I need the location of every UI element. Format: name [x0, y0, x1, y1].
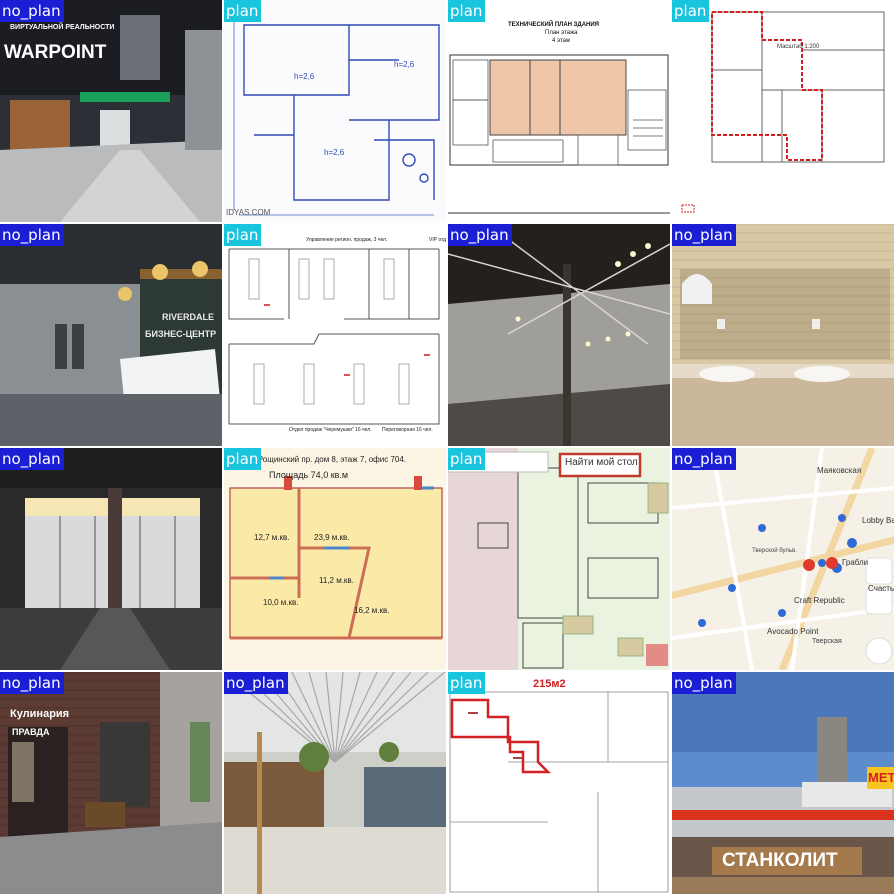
image-tile: 215м2 plan: [448, 672, 670, 894]
image-text-sign2: БИЗНЕС-ЦЕНТР: [145, 329, 217, 339]
class-label: no_plan: [0, 448, 64, 470]
brick-building-facade-image: [0, 672, 222, 894]
colored-office-plan-image: [224, 448, 446, 670]
image-tile: Маяковская Lobby Bar Грабли Счастье Craft Re…: [672, 448, 894, 670]
image-text-p2: Lobby Bar: [862, 516, 894, 525]
image-text-room3: Отдел продаж "Черемушки" 16 чел.: [289, 427, 372, 433]
class-label: plan: [224, 0, 262, 22]
image-text-h3: h=2,6: [324, 148, 345, 157]
outlined-floor-plan-image: [672, 0, 894, 222]
image-text-p1: Маяковская: [817, 466, 862, 475]
image-text-room2: VIP отд.: [429, 237, 446, 243]
image-text-title: ТЕХНИЧЕСКИЙ ПЛАН ЗДАНИЯ: [508, 22, 599, 28]
image-text-r2: 23,9 м.кв.: [314, 533, 350, 542]
image-tile: h=2,6 h=2,6 h=2,6 IDYAS.COM plan: [224, 0, 446, 222]
image-tile: Найти мой стол plan: [448, 448, 670, 670]
image-text-sign2: ПРАВДА: [12, 727, 50, 737]
class-label: no_plan: [672, 672, 736, 694]
empty-hall-track-lights-image: [448, 224, 670, 446]
class-label: no_plan: [672, 224, 736, 246]
image-tile: WARPOINT ВИРТУАЛЬНОЙ РЕАЛЬНОСТИ no_plan: [0, 0, 222, 222]
image-text-button: Найти мой стол: [565, 457, 638, 468]
image-tile: Масштаб 1:200 plan: [672, 0, 894, 222]
class-label: plan: [224, 224, 262, 246]
class-label: plan: [224, 448, 262, 470]
image-text-area: Площадь 74,0 кв.м: [269, 470, 349, 480]
class-label: no_plan: [448, 224, 512, 246]
image-text-p3: Грабли: [842, 558, 869, 567]
image-text-banner_small: ВИРТУАЛЬНОЙ РЕАЛЬНОСТИ: [10, 24, 115, 31]
class-label: no_plan: [672, 448, 736, 470]
image-text-watermark: IDYAS.COM: [226, 208, 271, 217]
image-tile: Кулинария ПРАВДА no_plan: [0, 672, 222, 894]
image-text-r5: 16,2 м.кв.: [354, 606, 390, 615]
mall-food-court-image: [224, 672, 446, 894]
image-text-sign1: RIVERDALE: [162, 312, 215, 322]
image-text-header: 2-й Рощинский пр. дом 8, этаж 7, офис 70…: [244, 455, 407, 464]
image-tile: 2-й Рощинский пр. дом 8, этаж 7, офис 70…: [224, 448, 446, 670]
image-text-p8: Тверская: [812, 638, 842, 645]
image-text-area: 215м2: [533, 678, 566, 690]
image-text-room1: Управление регион. продаж, 3 чел.: [306, 237, 388, 243]
class-label: no_plan: [0, 224, 64, 246]
image-grid: WARPOINT ВИРТУАЛЬНОЙ РЕАЛЬНОСТИ no_plan h=…: [0, 0, 896, 896]
class-label: plan: [448, 448, 486, 470]
glass-entrance-image: [0, 448, 222, 670]
image-tile: СТАНКОЛИТ МЕТ no_plan: [672, 672, 894, 894]
tiled-restroom-image: [672, 224, 894, 446]
class-label: plan: [448, 0, 486, 22]
class-label: no_plan: [0, 672, 64, 694]
class-label: no_plan: [224, 672, 288, 694]
image-text-r4: 10,0 м.кв.: [263, 598, 299, 607]
image-text-floor: 4 этаж: [552, 38, 570, 44]
image-text-sign1: Кулинария: [10, 708, 70, 720]
desk-booking-plan-image: [448, 448, 670, 670]
class-label: plan: [672, 0, 710, 22]
image-tile: ТЕХНИЧЕСКИЙ ПЛАН ЗДАНИЯ План этажа 4 этаж p…: [448, 0, 670, 222]
class-label: plan: [448, 672, 486, 694]
image-text-p5: Craft Republic: [794, 596, 845, 605]
image-tile: no_plan: [448, 224, 670, 446]
image-text-brand: МЕТ: [868, 770, 894, 785]
image-text-p6: Avocado Point: [767, 627, 819, 636]
image-text-p7: Тверской бульв.: [752, 548, 797, 554]
image-text-p4: Счастье: [868, 584, 894, 593]
area-outline-plan-image: [448, 672, 670, 894]
image-text-subtitle: План этажа: [545, 30, 578, 36]
image-text-h2: h=2,6: [394, 60, 415, 69]
image-text-room4: Переговорная 16 чел.: [382, 427, 433, 433]
image-text-scale: Масштаб 1:200: [777, 44, 820, 50]
image-tile: Управление регион. продаж, 3 чел. VIP отд…: [224, 224, 446, 446]
image-text-r1: 12,7 м.кв.: [254, 533, 290, 542]
image-text-sign: СТАНКОЛИТ: [722, 850, 838, 871]
class-label: no_plan: [0, 0, 64, 22]
office-layout-plan-image: [224, 224, 446, 446]
image-tile: no_plan: [672, 224, 894, 446]
image-tile: RIVERDALE БИЗНЕС-ЦЕНТР no_plan: [0, 224, 222, 446]
image-tile: no_plan: [0, 448, 222, 670]
image-text-r3: 11,2 м.кв.: [319, 576, 354, 585]
image-text-banner: WARPOINT: [4, 42, 107, 63]
hand-drawn-floor-plan-image: [224, 0, 446, 222]
mall-storefront-image: [0, 0, 222, 222]
image-tile: no_plan: [224, 672, 446, 894]
image-text-h1: h=2,6: [294, 72, 315, 81]
